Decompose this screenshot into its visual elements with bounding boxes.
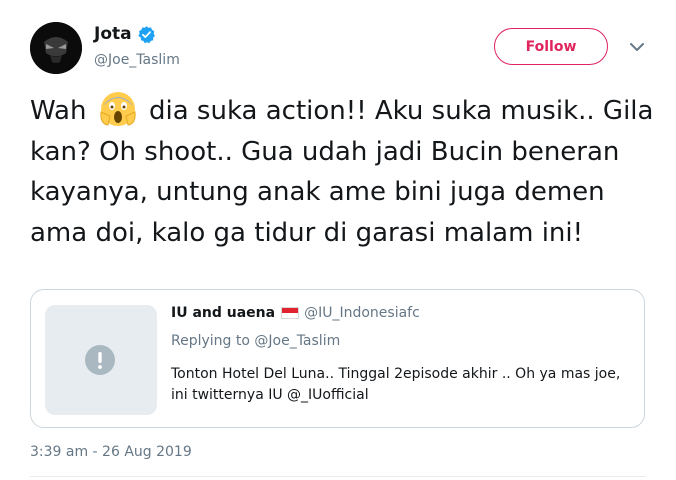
quoted-tweet-media[interactable] xyxy=(45,305,157,415)
chevron-down-icon[interactable] xyxy=(628,38,646,56)
indonesia-flag-icon xyxy=(281,307,300,319)
divider xyxy=(30,476,646,477)
author-avatar[interactable] xyxy=(30,22,82,74)
tweet-text-start: Wah xyxy=(30,96,87,126)
author-handle[interactable]: @Joe_Taslim xyxy=(94,52,180,68)
quoted-tweet-card[interactable]: IU and uaena @IU_Indonesiafc Replying to… xyxy=(30,289,645,428)
tweet-timestamp[interactable]: 3:39 am - 26 Aug 2019 xyxy=(30,444,192,460)
masked-face-avatar-icon xyxy=(30,22,82,74)
verified-badge-icon xyxy=(137,25,155,43)
media-unavailable-alert-icon xyxy=(85,345,115,375)
replying-to-mention[interactable]: @Joe_Taslim xyxy=(254,333,340,349)
quoted-tweet-text: Tonton Hotel Del Luna.. Tinggal 2episode… xyxy=(171,366,621,403)
author-name[interactable]: Jota xyxy=(94,24,132,44)
tweet-text: Wah dia suka action!! Aku suka musik.. G… xyxy=(30,88,656,253)
follow-button[interactable]: Follow xyxy=(494,28,608,65)
quoted-tweet-header: IU and uaena @IU_Indonesiafc xyxy=(171,305,420,321)
replying-to-prefix: Replying to xyxy=(171,333,255,349)
face-screaming-in-fear-emoji-icon xyxy=(100,92,136,126)
quoted-tweet-author-handle[interactable]: @IU_Indonesiafc xyxy=(304,305,420,321)
quoted-tweet-replying-to: Replying to @Joe_Taslim xyxy=(171,333,340,349)
author-name-row: Jota xyxy=(94,24,156,44)
quoted-tweet-author-name[interactable]: IU and uaena xyxy=(171,305,275,321)
